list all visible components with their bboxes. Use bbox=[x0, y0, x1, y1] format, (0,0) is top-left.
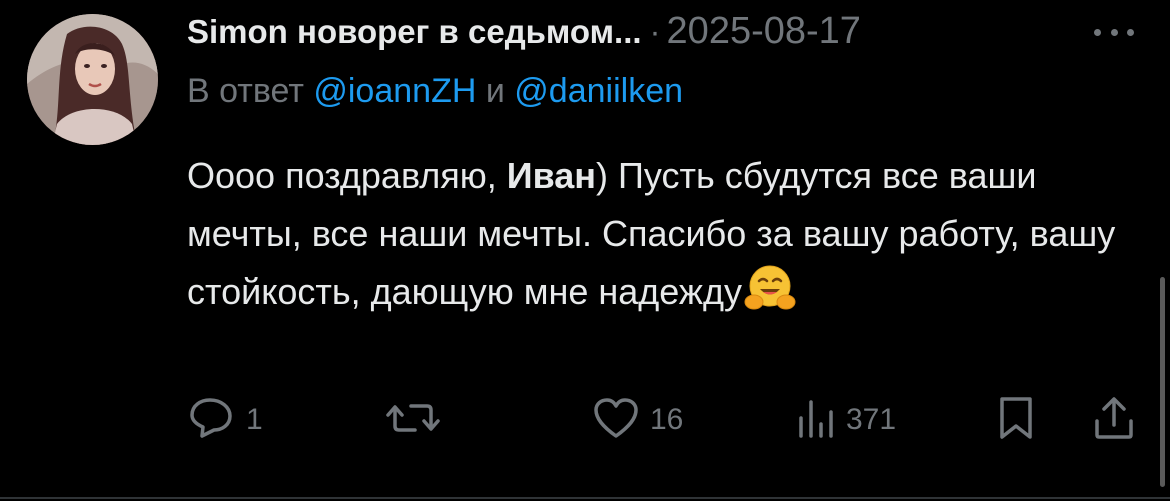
bookmark-button[interactable] bbox=[996, 390, 1036, 450]
mention-ioannzh[interactable]: @ioannZH bbox=[313, 72, 476, 110]
tweet[interactable]: Simon новорег в седьмом... · 2025-08-17 … bbox=[0, 0, 1170, 501]
action-bar: 1 16 371 bbox=[0, 390, 1170, 450]
scrollbar[interactable] bbox=[1160, 277, 1165, 487]
tweet-text-part1: Оооо поздравляю, bbox=[187, 155, 507, 196]
divider bbox=[0, 497, 1170, 499]
reply-count: 1 bbox=[246, 403, 263, 436]
more-options-icon[interactable] bbox=[1094, 24, 1134, 40]
avatar[interactable] bbox=[27, 14, 158, 145]
tweet-header: Simon новорег в седьмом... · 2025-08-17 bbox=[187, 10, 1170, 60]
like-icon bbox=[592, 396, 640, 445]
separator-dot: · bbox=[649, 13, 661, 50]
hugging-face-emoji bbox=[744, 264, 796, 329]
share-button[interactable] bbox=[1092, 390, 1136, 450]
bookmark-icon bbox=[996, 395, 1036, 446]
retweet-button[interactable] bbox=[385, 390, 451, 450]
like-count: 16 bbox=[650, 403, 684, 436]
views-count: 371 bbox=[846, 403, 897, 436]
retweet-icon bbox=[385, 396, 441, 445]
views-button[interactable]: 371 bbox=[796, 390, 896, 450]
tweet-text: Оооо поздравляю, Иван) Пусть сбудутся вс… bbox=[187, 147, 1147, 329]
tweet-text-bold: Иван bbox=[506, 155, 597, 196]
mention-daniilken[interactable]: @daniilken bbox=[514, 72, 683, 110]
tweet-date[interactable]: 2025-08-17 bbox=[667, 10, 861, 53]
author-name[interactable]: Simon новорег в седьмом... bbox=[187, 13, 642, 51]
reply-prefix: В ответ bbox=[187, 72, 304, 110]
like-button[interactable]: 16 bbox=[592, 390, 683, 450]
share-icon bbox=[1092, 395, 1136, 446]
views-icon bbox=[796, 396, 836, 445]
reply-button[interactable]: 1 bbox=[188, 390, 263, 450]
reply-icon bbox=[188, 396, 236, 445]
reply-and: и bbox=[485, 72, 505, 110]
reply-to-line: В ответ @ioannZH и @daniilken bbox=[187, 72, 683, 111]
